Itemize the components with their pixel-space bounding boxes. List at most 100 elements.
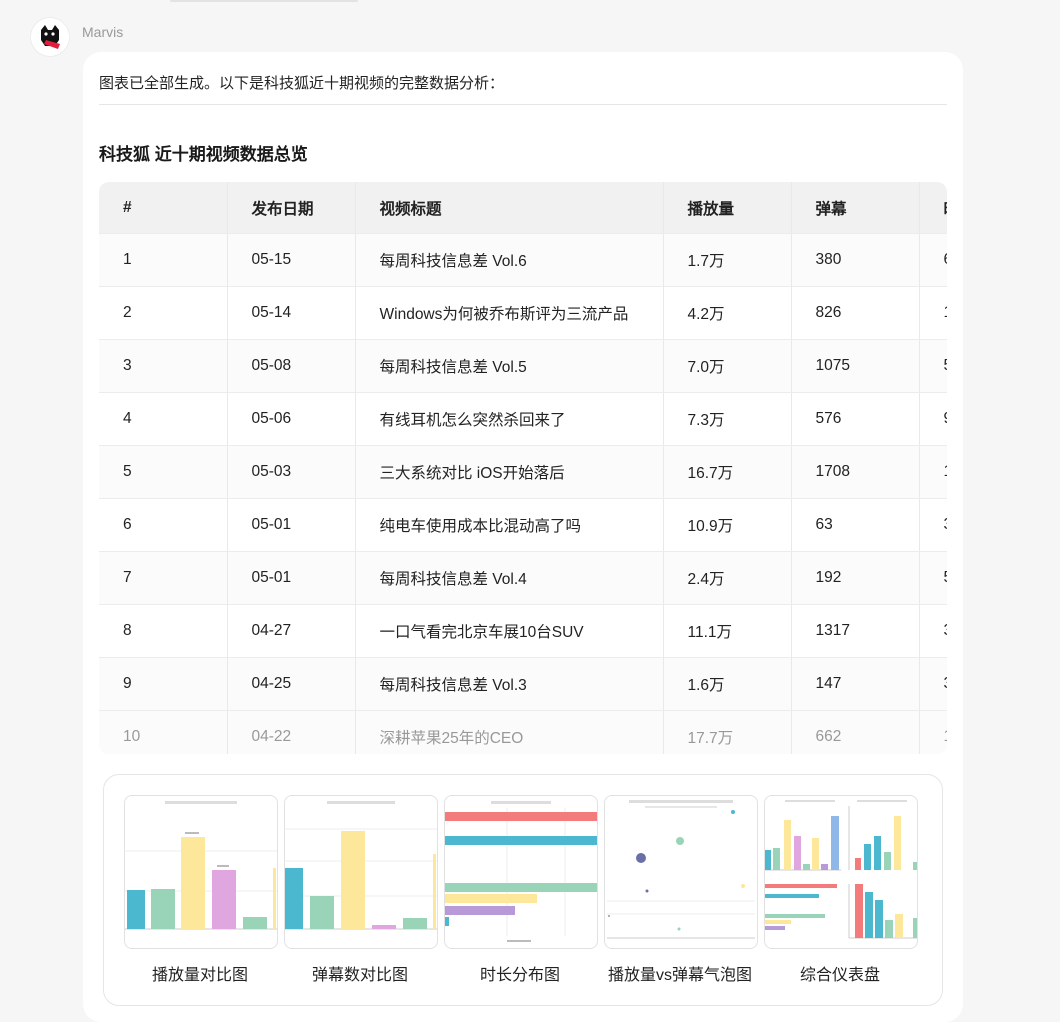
cell-title: 每周科技信息差 Vol.6 [355,233,664,287]
cell-danmaku: 1075 [791,339,920,393]
cell-plays: 16.7万 [663,445,792,499]
table-row: 5 05-03 三大系统对比 iOS开始落后 16.7万 1708 1 [99,445,947,499]
table-row: 4 05-06 有线耳机怎么突然杀回来了 7.3万 576 9 [99,392,947,446]
table-header-row: # 发布日期 视频标题 播放量 弹幕 时 [99,182,947,234]
cell-number: 3 [99,339,228,393]
bar-chart-icon [285,801,437,930]
column-header-plays[interactable]: 播放量 [663,182,792,234]
cell-title: Windows为何被乔布斯评为三流产品 [355,286,664,340]
cell-date: 05-01 [227,551,356,605]
cell-danmaku: 63 [791,498,920,552]
table-row: 8 04-27 一口气看完北京车展10台SUV 11.1万 1317 3 [99,604,947,658]
cell-plays: 4.2万 [663,286,792,340]
cell-date: 05-06 [227,392,356,446]
cell-duration: 1 [919,710,947,754]
cell-number: 8 [99,604,228,658]
chart-gallery: 播放量对比图 弹幕数对比图 时长分布图 播放量vs弹幕气泡图 综合仪表盘 [103,774,943,1006]
column-header-title[interactable]: 视频标题 [355,182,664,234]
cell-title: 每周科技信息差 Vol.5 [355,339,664,393]
cell-number: 5 [99,445,228,499]
dashboard-icon [765,800,917,939]
fox-logo-icon [31,18,69,56]
column-header-danmaku[interactable]: 弹幕 [791,182,920,234]
table-row: 2 05-14 Windows为何被乔布斯评为三流产品 4.2万 826 1 [99,286,947,340]
cell-plays: 2.4万 [663,551,792,605]
cell-danmaku: 380 [791,233,920,287]
cell-danmaku: 826 [791,286,920,340]
cell-date: 04-25 [227,657,356,711]
column-header-date[interactable]: 发布日期 [227,182,356,234]
cell-duration: 3 [919,498,947,552]
thumbnail-label: 播放量对比图 [151,967,248,984]
cell-number: 10 [99,710,228,754]
thumbnail-label: 综合仪表盘 [799,967,880,984]
cell-number: 2 [99,286,228,340]
thumbnail-bubble-chart[interactable] [604,795,758,949]
data-table: # 发布日期 视频标题 播放量 弹幕 时 1 05-15 每周科技信息差 Vol… [99,182,947,754]
divider [99,104,947,105]
thumbnail-plays-bar-chart[interactable] [124,795,278,949]
cell-duration: 1 [919,286,947,340]
thumbnail-label: 弹幕数对比图 [311,967,408,984]
data-table-container[interactable]: # 发布日期 视频标题 播放量 弹幕 时 1 05-15 每周科技信息差 Vol… [99,182,947,754]
cell-plays: 1.6万 [663,657,792,711]
cell-date: 05-14 [227,286,356,340]
cell-danmaku: 1317 [791,604,920,658]
horizontal-bar-chart-icon [445,801,597,942]
cell-plays: 7.3万 [663,392,792,446]
thumbnail-label: 时长分布图 [479,967,560,984]
cell-number: 1 [99,233,228,287]
cell-title: 有线耳机怎么突然杀回来了 [355,392,664,446]
cell-danmaku: 147 [791,657,920,711]
intro-text: 图表已全部生成。以下是科技狐近十期视频的完整数据分析： [99,75,505,92]
bubble-chart-icon [607,800,755,939]
cell-plays: 10.9万 [663,498,792,552]
thumbnail-dashboard[interactable] [764,795,918,949]
table-row: 3 05-08 每周科技信息差 Vol.5 7.0万 1075 5 [99,339,947,393]
avatar[interactable] [31,18,69,56]
sender-name: Marvis [82,24,124,40]
table-row: 7 05-01 每周科技信息差 Vol.4 2.4万 192 5 [99,551,947,605]
cell-number: 6 [99,498,228,552]
table-row: 9 04-25 每周科技信息差 Vol.3 1.6万 147 3 [99,657,947,711]
cell-duration: 9 [919,392,947,446]
cell-date: 04-22 [227,710,356,754]
cell-title: 每周科技信息差 Vol.3 [355,657,664,711]
cell-number: 7 [99,551,228,605]
column-header-number[interactable]: # [99,182,228,234]
cell-plays: 11.1万 [663,604,792,658]
cell-plays: 1.7万 [663,233,792,287]
cell-date: 05-03 [227,445,356,499]
cell-danmaku: 662 [791,710,920,754]
cell-number: 9 [99,657,228,711]
thumbnail-danmaku-bar-chart[interactable] [284,795,438,949]
cell-danmaku: 576 [791,392,920,446]
previous-message-edge [170,0,358,2]
cell-danmaku: 1708 [791,445,920,499]
cell-date: 05-08 [227,339,356,393]
cell-title: 每周科技信息差 Vol.4 [355,551,664,605]
cell-title: 纯电车使用成本比混动高了吗 [355,498,664,552]
bar-chart-icon [125,801,277,930]
cell-title: 深耕苹果25年的CEO [355,710,664,754]
cell-date: 04-27 [227,604,356,658]
table-row: 6 05-01 纯电车使用成本比混动高了吗 10.9万 63 3 [99,498,947,552]
cell-title: 三大系统对比 iOS开始落后 [355,445,664,499]
cell-duration: 5 [919,339,947,393]
cell-duration: 1 [919,445,947,499]
cell-duration: 5 [919,551,947,605]
table-row: 1 05-15 每周科技信息差 Vol.6 1.7万 380 6 [99,233,947,287]
thumbnail-label: 播放量vs弹幕气泡图 [607,967,752,984]
section-title: 科技狐 近十期视频数据总览 [99,145,308,164]
cell-title: 一口气看完北京车展10台SUV [355,604,664,658]
cell-duration: 3 [919,604,947,658]
column-header-duration[interactable]: 时 [919,182,947,234]
cell-duration: 6 [919,233,947,287]
assistant-message: 图表已全部生成。以下是科技狐近十期视频的完整数据分析： 科技狐 近十期视频数据总… [83,52,963,1022]
cell-number: 4 [99,392,228,446]
thumbnail-duration-chart[interactable] [444,795,598,949]
cell-danmaku: 192 [791,551,920,605]
cell-plays: 17.7万 [663,710,792,754]
table-row: 10 04-22 深耕苹果25年的CEO 17.7万 662 1 [99,710,947,754]
cell-duration: 3 [919,657,947,711]
